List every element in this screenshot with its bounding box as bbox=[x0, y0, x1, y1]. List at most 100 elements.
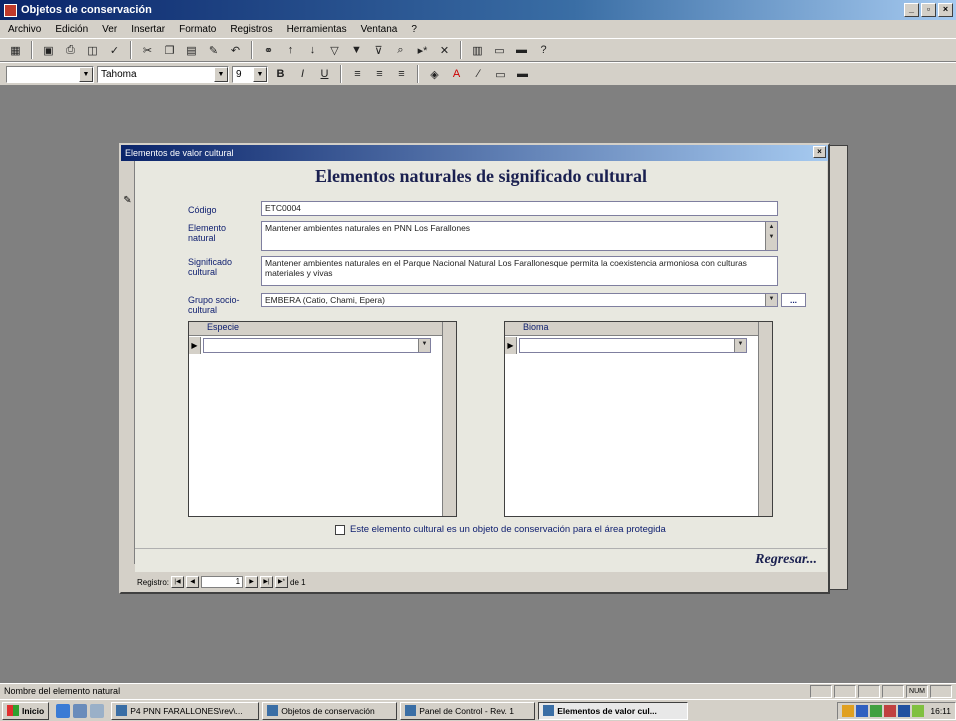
line-color-icon[interactable]: ∕ bbox=[469, 65, 488, 83]
menu-help[interactable]: ? bbox=[409, 23, 419, 36]
form-close-button[interactable]: × bbox=[813, 146, 826, 158]
undo-icon[interactable]: ↶ bbox=[226, 41, 245, 59]
chevron-down-icon[interactable]: ▼ bbox=[734, 339, 746, 352]
outlook-express-icon[interactable] bbox=[73, 703, 88, 718]
spelling-icon[interactable]: ✓ bbox=[105, 41, 124, 59]
elemento-natural-field[interactable]: Mantener ambientes naturales en PNN Los … bbox=[261, 221, 778, 251]
tray-icon[interactable] bbox=[870, 704, 883, 717]
windows-taskbar: Inicio P4 PNN FARALLONES\rev\... Objetos… bbox=[0, 699, 956, 721]
tray-icon[interactable] bbox=[856, 704, 869, 717]
chevron-down-icon[interactable]: ▼ bbox=[253, 66, 267, 82]
save-icon[interactable]: ▣ bbox=[39, 41, 58, 59]
italic-icon[interactable]: I bbox=[293, 65, 312, 83]
tray-icon[interactable] bbox=[842, 704, 855, 717]
chevron-down-icon[interactable]: ▼ bbox=[765, 294, 777, 306]
taskbar-item-p4-folder[interactable]: P4 PNN FARALLONES\rev\... bbox=[111, 701, 260, 720]
especie-scrollbar[interactable] bbox=[442, 322, 456, 516]
close-button[interactable]: × bbox=[938, 3, 953, 17]
filter-by-form-icon[interactable]: ▼ bbox=[347, 41, 366, 59]
align-center-icon[interactable]: ≡ bbox=[370, 65, 389, 83]
taskbar-item-label: Panel de Control - Rev. 1 bbox=[419, 705, 515, 716]
start-button[interactable]: Inicio bbox=[2, 701, 50, 720]
properties-icon[interactable]: ▥ bbox=[468, 41, 487, 59]
grupo-lookup-button[interactable]: ... bbox=[781, 293, 806, 307]
especie-combo[interactable]: ▼ bbox=[203, 338, 431, 353]
view-icon[interactable]: ▦ bbox=[6, 41, 25, 59]
border-width-icon[interactable]: ▭ bbox=[491, 65, 510, 83]
special-effect-icon[interactable]: ▬ bbox=[513, 65, 532, 83]
align-left-icon[interactable]: ≡ bbox=[348, 65, 367, 83]
menu-archivo[interactable]: Archivo bbox=[6, 23, 43, 36]
print-icon[interactable]: ⎙ bbox=[61, 41, 80, 59]
new-object-icon[interactable]: ▬ bbox=[512, 41, 531, 59]
delete-record-icon[interactable]: ✕ bbox=[435, 41, 454, 59]
chevron-down-icon[interactable]: ▼ bbox=[418, 339, 430, 352]
especie-column-header: Especie bbox=[189, 322, 456, 336]
taskbar-item-elementos[interactable]: Elementos de valor cul... bbox=[538, 701, 689, 720]
menu-edicion[interactable]: Edición bbox=[53, 23, 90, 36]
next-record-icon[interactable]: ▶ bbox=[245, 576, 259, 588]
tray-icon[interactable] bbox=[884, 704, 897, 717]
menu-registros[interactable]: Registros bbox=[228, 23, 274, 36]
chevron-down-icon[interactable]: ▼ bbox=[79, 66, 93, 82]
paste-icon[interactable]: ▤ bbox=[182, 41, 201, 59]
taskbar-item-panel-control[interactable]: Panel de Control - Rev. 1 bbox=[400, 701, 536, 720]
taskbar-item-label: Objetos de conservación bbox=[281, 705, 375, 716]
help-icon[interactable]: ? bbox=[534, 41, 553, 59]
menu-herramientas[interactable]: Herramientas bbox=[285, 23, 349, 36]
object-combo[interactable]: ▼ bbox=[6, 65, 94, 83]
regresar-button[interactable]: Regresar... bbox=[755, 552, 817, 568]
print-preview-icon[interactable]: ◫ bbox=[83, 41, 102, 59]
internet-explorer-icon[interactable] bbox=[56, 703, 71, 718]
codigo-field[interactable]: ETC0004 bbox=[261, 201, 778, 216]
current-record-arrow-icon[interactable]: ▶ bbox=[189, 337, 201, 354]
filter-by-selection-icon[interactable]: ▽ bbox=[325, 41, 344, 59]
sort-descending-icon[interactable]: ↓ bbox=[303, 41, 322, 59]
taskbar-item-objetos[interactable]: Objetos de conservación bbox=[262, 701, 398, 720]
last-record-icon[interactable]: ▶| bbox=[260, 576, 274, 588]
format-painter-icon[interactable]: ✎ bbox=[204, 41, 223, 59]
menubar: Archivo Edición Ver Insertar Formato Reg… bbox=[0, 20, 956, 38]
new-record-nav-icon[interactable]: ▶* bbox=[275, 576, 289, 588]
new-record-icon[interactable]: ▸* bbox=[413, 41, 432, 59]
size-combo[interactable]: 9 ▼ bbox=[232, 65, 268, 83]
cut-icon[interactable]: ✂ bbox=[138, 41, 157, 59]
menu-ver[interactable]: Ver bbox=[100, 23, 119, 36]
menu-ventana[interactable]: Ventana bbox=[359, 23, 400, 36]
status-cell bbox=[882, 685, 904, 698]
record-selector[interactable]: ✎ bbox=[121, 161, 135, 564]
font-combo[interactable]: Tahoma ▼ bbox=[97, 65, 229, 83]
restore-button[interactable]: ▫ bbox=[921, 3, 936, 17]
hyperlink-icon[interactable]: ⚭ bbox=[259, 41, 278, 59]
toolbar-separator bbox=[130, 41, 132, 59]
align-right-icon[interactable]: ≡ bbox=[392, 65, 411, 83]
chevron-down-icon[interactable]: ▼ bbox=[214, 66, 228, 82]
tray-icon[interactable] bbox=[912, 704, 925, 717]
fill-color-icon[interactable]: ◈ bbox=[425, 65, 444, 83]
copy-icon[interactable]: ❐ bbox=[160, 41, 179, 59]
grupo-sociocultural-combo[interactable]: EMBERA (Catio, Chami, Epera) ▼ bbox=[261, 293, 778, 307]
bioma-scrollbar[interactable] bbox=[758, 322, 772, 516]
significado-cultural-label: Significado cultural bbox=[188, 257, 233, 277]
significado-cultural-field[interactable]: Mantener ambientes naturales en el Parqu… bbox=[261, 256, 778, 286]
current-record-field[interactable]: 1 bbox=[201, 576, 244, 588]
show-desktop-icon[interactable] bbox=[90, 703, 105, 718]
sort-ascending-icon[interactable]: ↑ bbox=[281, 41, 300, 59]
field-scrollbar[interactable]: ▲ ▼ bbox=[765, 222, 777, 250]
previous-record-icon[interactable]: ◀ bbox=[186, 576, 200, 588]
minimize-button[interactable]: _ bbox=[904, 3, 919, 17]
menu-insertar[interactable]: Insertar bbox=[129, 23, 167, 36]
current-record-arrow-icon[interactable]: ▶ bbox=[505, 337, 517, 354]
bold-icon[interactable]: B bbox=[271, 65, 290, 83]
first-record-icon[interactable]: |◀ bbox=[171, 576, 185, 588]
num-lock-indicator: NUM bbox=[906, 685, 928, 698]
objeto-conservacion-checkbox[interactable] bbox=[335, 524, 345, 535]
underline-icon[interactable]: U bbox=[315, 65, 334, 83]
tray-icon[interactable] bbox=[898, 704, 911, 717]
apply-filter-icon[interactable]: ⊽ bbox=[369, 41, 388, 59]
font-color-icon[interactable]: A bbox=[447, 65, 466, 83]
menu-formato[interactable]: Formato bbox=[177, 23, 218, 36]
database-window-icon[interactable]: ▭ bbox=[490, 41, 509, 59]
bioma-combo[interactable]: ▼ bbox=[519, 338, 747, 353]
find-icon[interactable]: ⌕ bbox=[391, 41, 410, 59]
